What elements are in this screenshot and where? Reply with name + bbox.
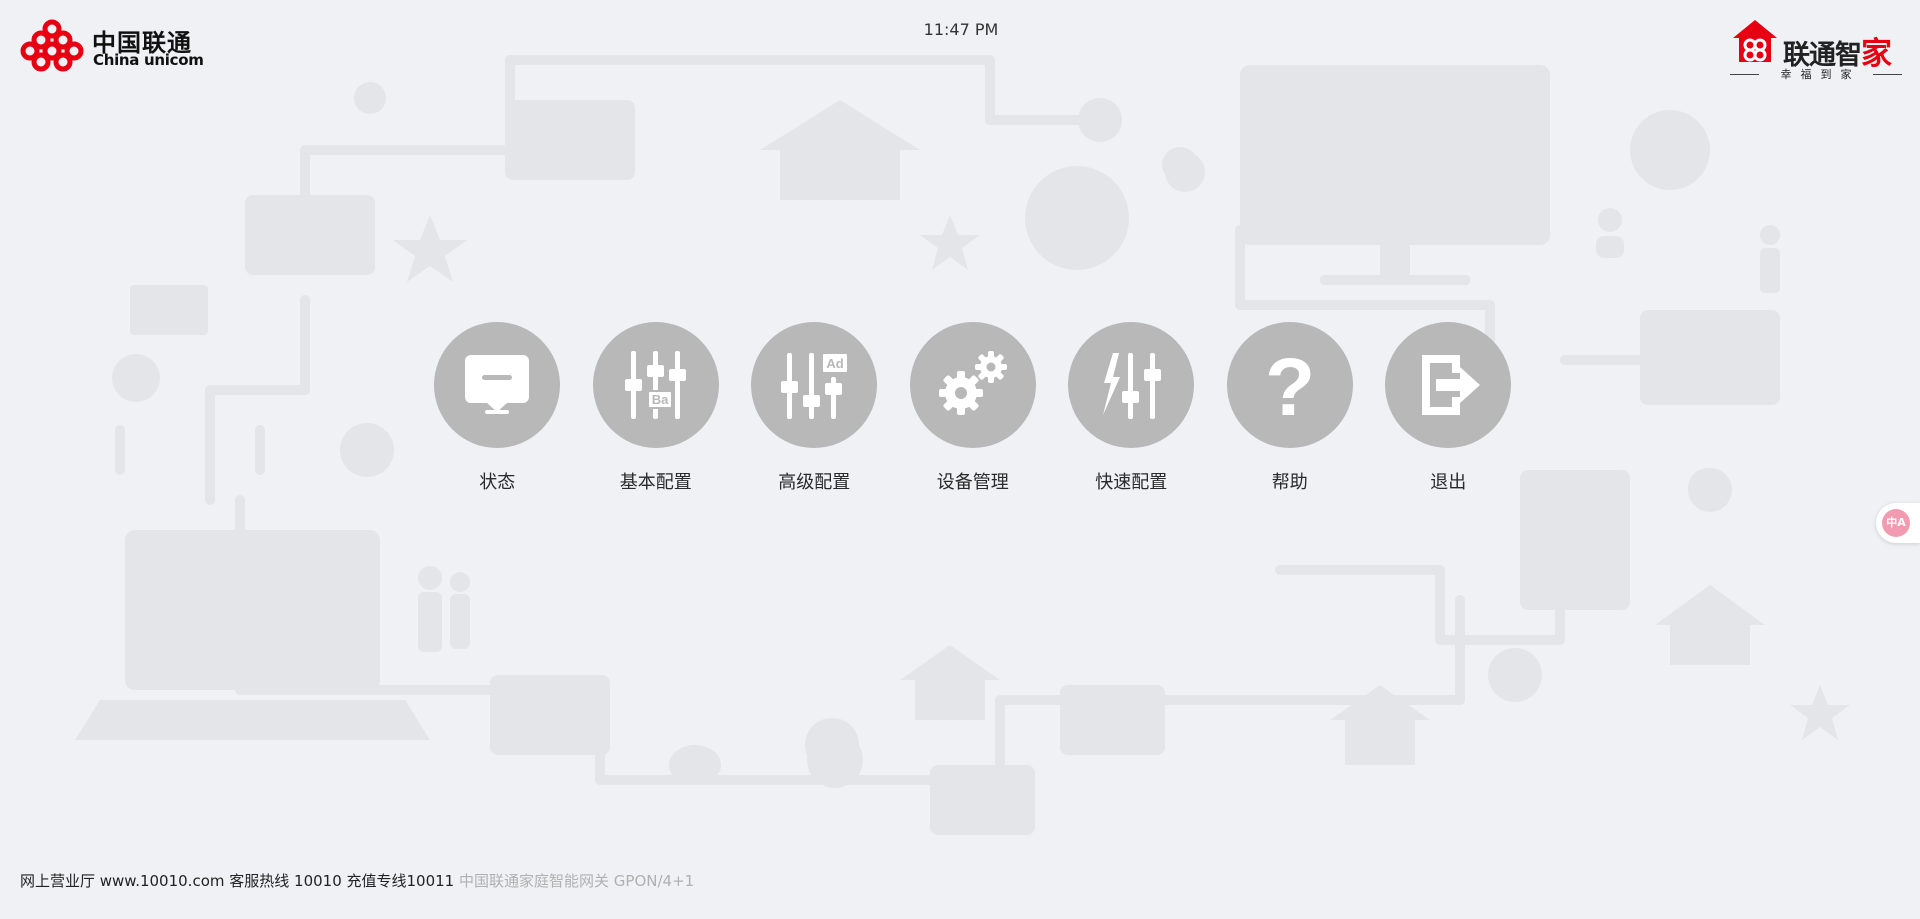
footer-contact: 网上营业厅 www.10010.com 客服热线 10010 充值专线10011 — [20, 872, 455, 890]
house-logo-icon — [1733, 20, 1777, 62]
menu-label-advanced-config: 高级配置 — [778, 472, 851, 493]
unicom-knot-icon — [20, 19, 84, 72]
menu-item-status[interactable]: 状态 — [418, 322, 577, 494]
menu-label-basic-config: 基本配置 — [619, 472, 692, 493]
translate-icon[interactable]: 中A — [1882, 509, 1910, 537]
device-management-button[interactable] — [909, 322, 1036, 448]
menu-item-advanced-config[interactable]: Ad 高级配置 — [735, 322, 894, 494]
sliders-lightning-icon — [1103, 353, 1162, 419]
slogan-row: 幸福到家 — [1730, 67, 1902, 81]
clock: 11:47 PM — [923, 20, 999, 39]
slogan-divider-right — [1873, 73, 1902, 75]
menu-item-basic-config[interactable]: Ba 基本配置 — [577, 322, 736, 494]
menu-label-quick-config: 快速配置 — [1095, 472, 1168, 493]
menu-item-quick-config[interactable]: 快速配置 — [1052, 322, 1211, 494]
question-icon: ? — [1265, 343, 1315, 427]
logout-button[interactable] — [1385, 322, 1512, 448]
badge-ba: Ba — [651, 392, 668, 407]
brand-name-en: China unicom — [93, 51, 204, 69]
menu-label-logout: 退出 — [1430, 472, 1467, 493]
help-button[interactable]: ? — [1226, 322, 1353, 448]
status-button[interactable] — [434, 322, 561, 448]
menu-item-help[interactable]: ? 帮助 — [1211, 322, 1370, 494]
sliders-ad-icon: Ad — [781, 352, 850, 419]
slogan-divider-left — [1730, 73, 1759, 75]
quick-config-button[interactable] — [1068, 322, 1195, 448]
basic-config-button[interactable]: Ba — [592, 322, 719, 448]
monitor-icon — [465, 355, 530, 414]
main-menu: 状态 Ba 基本配置 Ad 高级配置 设备管理 快速配置 ? 帮助 退出 — [418, 322, 1528, 494]
menu-item-logout[interactable]: 退出 — [1369, 322, 1528, 494]
menu-label-status: 状态 — [479, 472, 516, 493]
unicom-smart-home-logo: 联通智家 幸福到家 — [1728, 18, 1904, 84]
footer-model: 中国联通家庭智能网关 GPON/4+1 — [459, 872, 695, 890]
footer: 网上营业厅 www.10010.com 客服热线 10010 充值专线10011… — [20, 870, 694, 891]
slogan: 幸福到家 — [1780, 68, 1861, 81]
question-glyph: ? — [1265, 343, 1315, 427]
menu-item-device-management[interactable]: 设备管理 — [894, 322, 1053, 494]
advanced-config-button[interactable]: Ad — [751, 322, 878, 448]
translate-widget[interactable]: 中A — [1876, 503, 1920, 543]
exit-icon — [1422, 355, 1481, 415]
china-unicom-logo: 中国联通 China unicom — [19, 19, 204, 75]
badge-ad: Ad — [827, 356, 844, 371]
menu-label-device-management: 设备管理 — [936, 472, 1009, 493]
menu-label-help: 帮助 — [1271, 472, 1308, 493]
sliders-ba-icon: Ba — [624, 351, 686, 419]
gears-icon — [938, 351, 1007, 415]
